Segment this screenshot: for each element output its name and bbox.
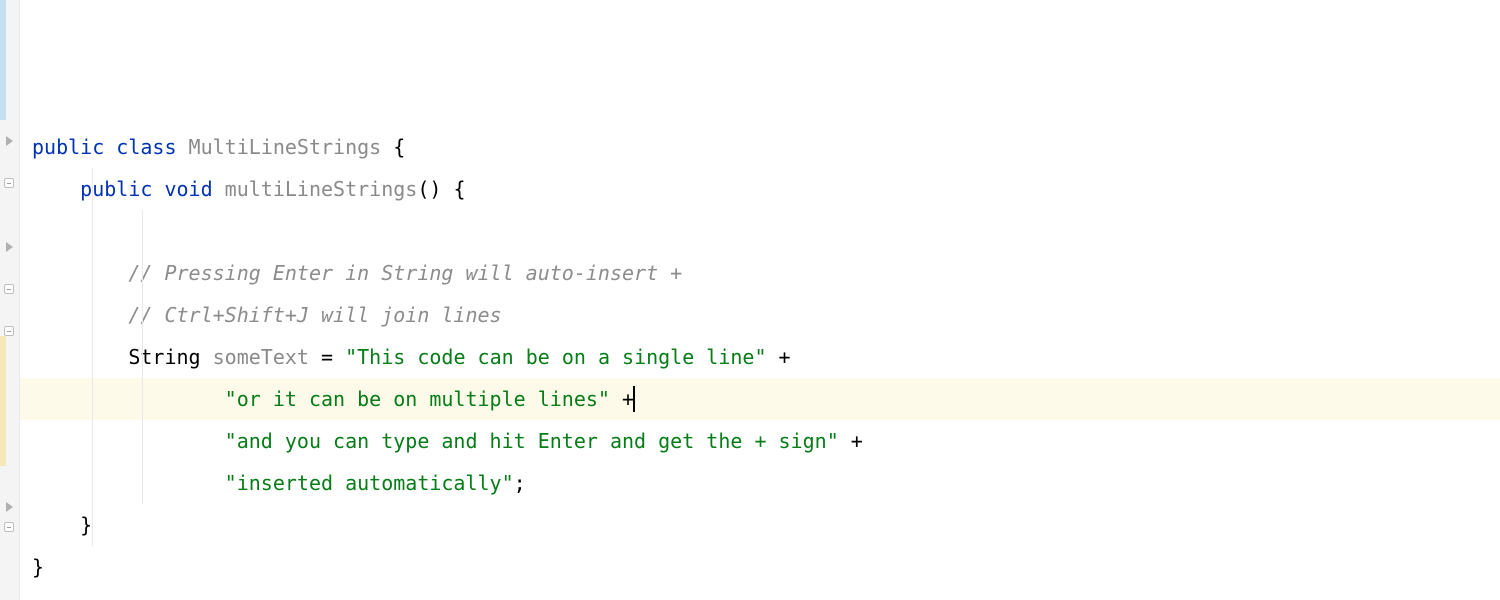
code-text: } — [32, 513, 92, 537]
fold-icon[interactable] — [2, 176, 16, 190]
code-text: public void multiLineStrings() { — [32, 177, 466, 201]
indent-guide — [92, 336, 93, 378]
code-line[interactable] — [20, 210, 1500, 252]
run-marker-icon[interactable] — [2, 500, 16, 514]
code-text: "inserted automatically"; — [32, 471, 526, 495]
code-line[interactable]: // Ctrl+Shift+J will join lines — [20, 294, 1500, 336]
change-marker-added — [0, 0, 6, 120]
code-line[interactable]: // Pressing Enter in String will auto-in… — [20, 252, 1500, 294]
indent-guide — [142, 420, 143, 462]
code-line[interactable]: } — [20, 546, 1500, 588]
code-text: "or it can be on multiple lines" + — [32, 387, 635, 411]
code-line[interactable]: "or it can be on multiple lines" + — [20, 378, 1500, 420]
indent-guide — [142, 294, 143, 336]
code-text: } — [32, 555, 44, 579]
code-line[interactable] — [20, 84, 1500, 126]
code-text: public class MultiLineStrings { — [32, 135, 405, 159]
code-line[interactable]: String someText = "This code can be on a… — [20, 336, 1500, 378]
indent-guide — [142, 252, 143, 294]
run-marker-icon[interactable] — [2, 134, 16, 148]
code-text: // Pressing Enter in String will auto-in… — [32, 261, 682, 285]
code-text: String someText = "This code can be on a… — [32, 345, 791, 369]
code-text: "and you can type and hit Enter and get … — [32, 429, 863, 453]
indent-guide — [92, 210, 93, 252]
code-text: // Ctrl+Shift+J will join lines — [32, 303, 502, 327]
code-line[interactable]: } — [20, 504, 1500, 546]
code-line[interactable] — [20, 42, 1500, 84]
indent-guide — [92, 504, 93, 546]
fold-icon[interactable] — [2, 282, 16, 296]
indent-guide — [92, 462, 93, 504]
code-line[interactable]: public class MultiLineStrings { — [20, 126, 1500, 168]
indent-guide — [92, 252, 93, 294]
indent-guide — [92, 420, 93, 462]
code-line[interactable]: "and you can type and hit Enter and get … — [20, 420, 1500, 462]
indent-guide — [92, 168, 93, 210]
code-line[interactable]: public void multiLineStrings() { — [20, 168, 1500, 210]
text-caret — [633, 386, 635, 412]
indent-guide — [92, 378, 93, 420]
fold-icon[interactable] — [2, 520, 16, 534]
change-marker-modified — [0, 336, 6, 466]
indent-guide — [92, 294, 93, 336]
code-editor[interactable]: public class MultiLineStrings { public v… — [20, 0, 1500, 600]
indent-guide — [142, 462, 143, 504]
editor-gutter[interactable] — [0, 0, 20, 600]
indent-guide — [142, 336, 143, 378]
run-marker-icon[interactable] — [2, 240, 16, 254]
code-line[interactable]: "inserted automatically"; — [20, 462, 1500, 504]
indent-guide — [142, 210, 143, 252]
indent-guide — [142, 378, 143, 420]
code-line[interactable] — [20, 0, 1500, 42]
fold-icon[interactable] — [2, 324, 16, 338]
